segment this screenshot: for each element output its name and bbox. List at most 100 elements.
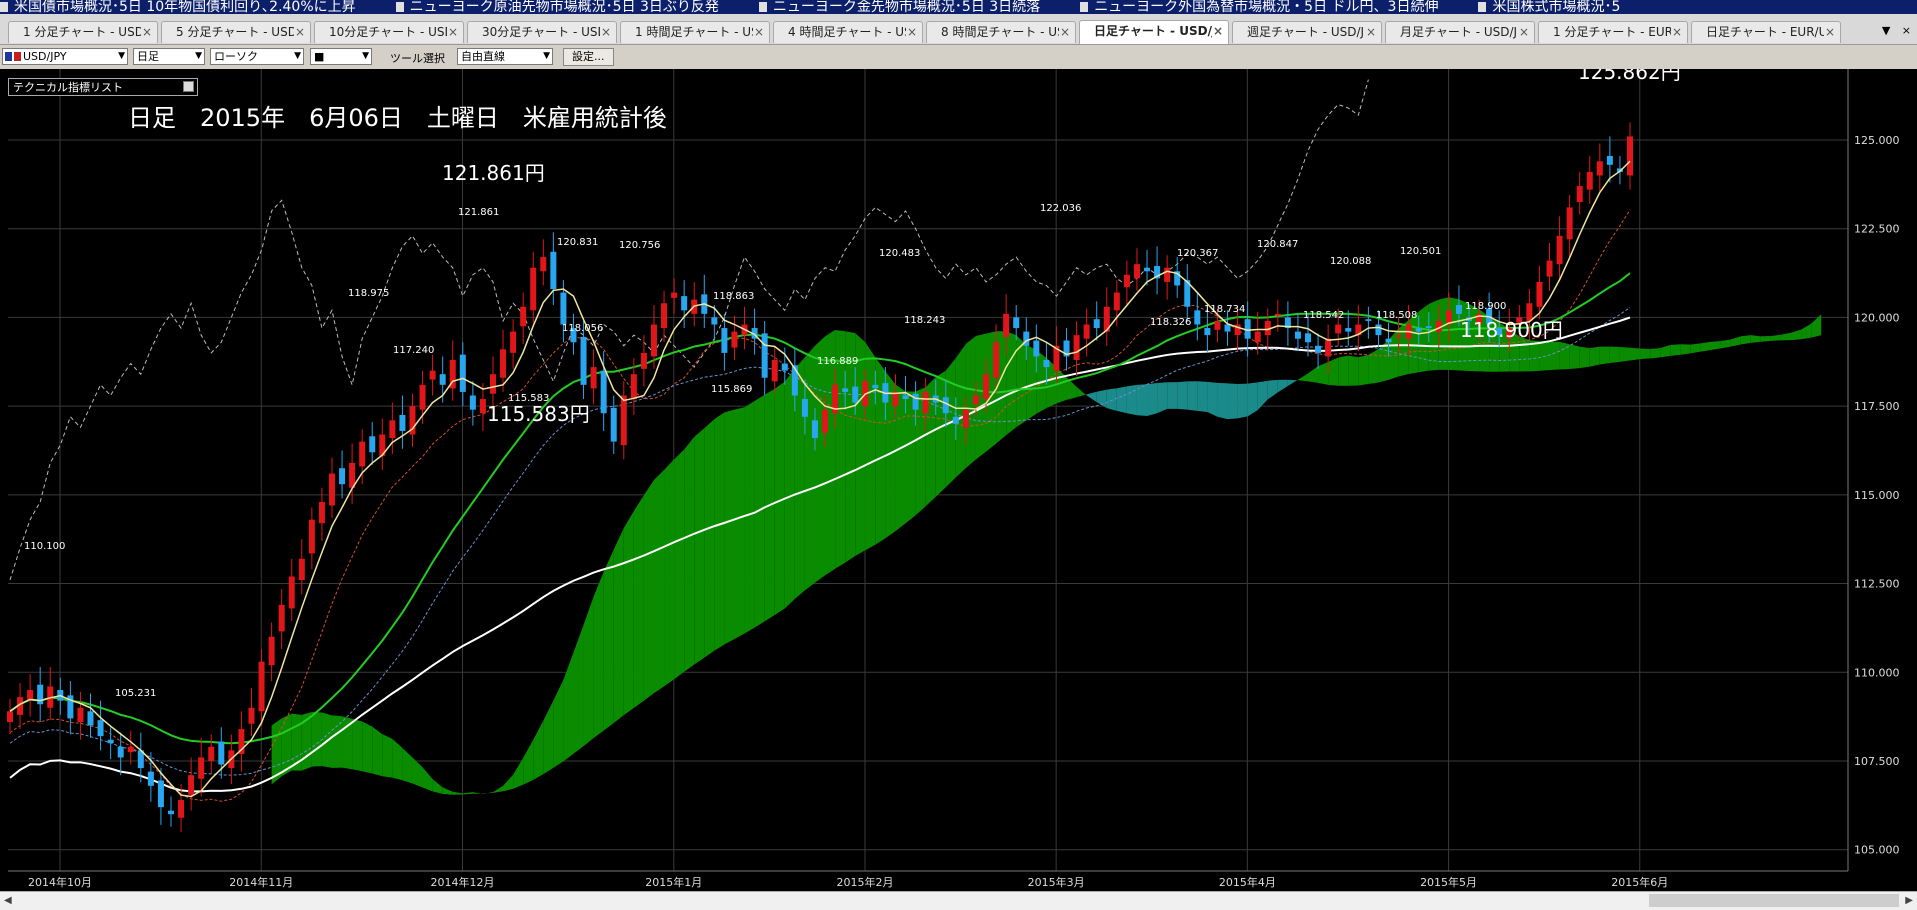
close-icon[interactable]: ×	[754, 22, 764, 43]
ticker-item[interactable]: ニューヨーク金先物市場概況･5日 3日続落	[758, 0, 1041, 14]
horizontal-scrollbar[interactable]: ◀ ▶	[0, 891, 1917, 910]
ichimoku-cloud	[1157, 382, 1168, 414]
close-icon[interactable]: ×	[295, 22, 305, 43]
tab-chart[interactable]: 8 時間足チャート - US ×	[926, 21, 1076, 43]
candlestick-chart[interactable]: 105.000 107.500 110.000 112.500 115.000 117.5…	[0, 69, 1917, 891]
price-annotation: 115.869	[711, 384, 752, 395]
ichimoku-cloud	[1187, 381, 1198, 411]
ichimoku-cloud	[1297, 373, 1309, 382]
candlestick	[771, 359, 778, 382]
close-icon[interactable]: ×	[1672, 22, 1682, 43]
candlestick	[1415, 328, 1422, 332]
line-style-select[interactable]: ■ ▼	[310, 48, 372, 65]
tab-chart[interactable]: 30分足チャート - USD, ×	[467, 21, 617, 43]
ichimoku-cloud	[1277, 379, 1288, 393]
close-icon[interactable]: ×	[142, 22, 152, 43]
indicator-list-box[interactable]: テクニカル指標リスト	[8, 78, 198, 96]
ticker-item[interactable]: 米国株式市場概況･5	[1478, 0, 1620, 14]
price-annotation: 120.831	[557, 237, 598, 248]
tab-chart[interactable]: 週足チャート - USD/JP ×	[1232, 21, 1382, 43]
price-annotation: 118.734	[1204, 304, 1245, 315]
chart-tab-bar: 1 分足チャート - USD/× 5 分足チャート - USD/× 10分足チャート…	[0, 14, 1917, 45]
tab-chart[interactable]: 日足チャート - USD/J ×	[1079, 20, 1229, 44]
candlestick	[520, 306, 527, 327]
candlestick	[1204, 328, 1211, 336]
ticker-text: ニューヨーク金先物市場概況･5日 3日続落	[772, 0, 1041, 14]
candlestick	[1033, 340, 1040, 357]
tab-chart[interactable]: 1 分足チャート - USD/×	[8, 21, 158, 43]
tab-label: 日足チャート - USD/J	[1094, 24, 1212, 38]
news-ticker[interactable]: 米国債市場概況･5日 10年物国債利回り､2.40%に上昇 ニューヨーク原油先物市…	[0, 0, 1917, 14]
ticker-item[interactable]: ニューヨーク外国為替市場概況・5日 ドル円、3日続伸	[1080, 0, 1438, 14]
tab-chart[interactable]: 5 分足チャート - USD/×	[161, 21, 311, 43]
chart-type-select[interactable]: ローソク ▼	[210, 48, 304, 65]
tab-chart[interactable]: 1 分足チャート - EUR/×	[1538, 21, 1688, 43]
collapse-icon[interactable]	[183, 81, 194, 92]
ichimoku-cloud	[704, 419, 715, 658]
chevron-down-icon: ▼	[118, 51, 125, 61]
ichimoku-cloud	[1720, 339, 1731, 349]
tool-select[interactable]: 自由直線 ▼	[457, 48, 553, 65]
timeframe-select[interactable]: 日足 ▼	[133, 48, 205, 65]
y-tick-label: 112.500	[1854, 578, 1900, 591]
symbol-select[interactable]: USD/JPY ▼	[2, 48, 128, 65]
candlestick	[218, 741, 225, 765]
close-icon[interactable]: ×	[1213, 21, 1223, 42]
ichimoku-cloud	[895, 384, 906, 532]
ticker-item[interactable]: 米国債市場概況･5日 10年物国債利回り､2.40%に上昇	[0, 0, 356, 14]
ticker-text: ニューヨーク外国為替市場概況・5日 ドル円、3日続伸	[1094, 0, 1439, 14]
close-icon[interactable]: ×	[448, 22, 458, 43]
close-icon[interactable]: ×	[1060, 22, 1070, 43]
tab-chart[interactable]: 10分足チャート - USD, ×	[314, 21, 464, 43]
ichimoku-cloud	[1368, 348, 1379, 384]
close-all-icon[interactable]: ×	[1902, 24, 1911, 37]
candlestick	[258, 661, 265, 712]
y-tick-label: 115.000	[1854, 489, 1900, 502]
ichimoku-cloud	[1650, 348, 1661, 359]
price-annotation: 121.861	[458, 207, 499, 218]
candlestick	[1043, 359, 1050, 368]
close-icon[interactable]: ×	[907, 22, 917, 43]
settings-button[interactable]: 設定...	[563, 48, 614, 66]
candlestick	[640, 352, 647, 369]
scroll-right-icon[interactable]: ▶	[1905, 895, 1913, 906]
candlestick	[208, 746, 215, 761]
ichimoku-cloud	[1247, 382, 1258, 417]
tab-chart[interactable]: 4 時間足チャート - US ×	[773, 21, 923, 43]
candlestick	[1325, 338, 1332, 357]
ichimoku-cloud	[935, 370, 946, 497]
price-annotation: 120.756	[619, 240, 660, 251]
ichimoku-cloud	[1760, 335, 1771, 342]
close-icon[interactable]: ×	[1519, 22, 1529, 43]
close-icon[interactable]: ×	[1366, 22, 1376, 43]
ichimoku-cloud	[1197, 381, 1208, 413]
candlestick	[248, 707, 255, 724]
scroll-thumb[interactable]	[1649, 894, 1899, 907]
ticker-text: ニューヨーク原油先物市場概況･5日 3日ぶり反発	[409, 0, 719, 14]
candlestick	[761, 333, 768, 378]
close-icon[interactable]: ×	[1825, 22, 1835, 43]
ichimoku-cloud	[1076, 386, 1087, 398]
candlestick	[399, 414, 406, 431]
price-annotation: 118.243	[904, 315, 945, 326]
ichimoku-cloud	[1167, 382, 1178, 409]
scroll-left-icon[interactable]: ◀	[4, 895, 12, 906]
ichimoku-cloud	[714, 412, 725, 651]
candlestick	[389, 420, 396, 439]
ichimoku-cloud	[1287, 379, 1298, 387]
tab-label: 1 時間足チャート - US	[635, 25, 753, 39]
tab-chart[interactable]: 1 時間足チャート - US ×	[620, 21, 770, 43]
ichimoku-cloud	[905, 391, 916, 524]
tab-chart[interactable]: 月足チャート - USD/JP ×	[1385, 21, 1535, 43]
close-icon[interactable]: ×	[601, 22, 611, 43]
chevron-down-icon: ▼	[362, 51, 369, 61]
candlestick	[1425, 326, 1432, 329]
ticker-item[interactable]: ニューヨーク原油先物市場概況･5日 3日ぶり反発	[395, 0, 719, 14]
tab-menu-icon[interactable]: ▼	[1882, 24, 1890, 37]
tab-chart[interactable]: 日足チャート - EUR/US ×	[1691, 21, 1841, 43]
candlestick	[1254, 331, 1261, 343]
candlestick	[852, 386, 859, 403]
ichimoku-cloud	[1267, 379, 1278, 400]
chart-area[interactable]: 105.000 107.500 110.000 112.500 115.000 117.5…	[0, 69, 1917, 891]
price-annotation: 120.847	[1257, 239, 1298, 250]
